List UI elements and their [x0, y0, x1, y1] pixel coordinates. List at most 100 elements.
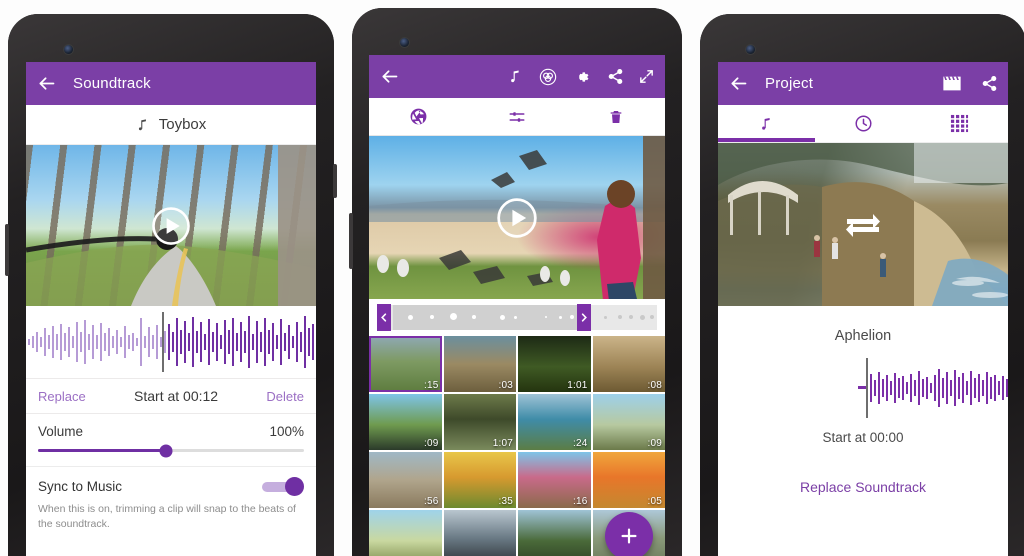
soundtrack-actions-row: Replace Start at 00:12 Delete — [26, 378, 316, 414]
clip-thumbnail[interactable]: :24 — [518, 394, 591, 450]
aperture-button[interactable] — [369, 107, 468, 126]
project-soundtrack-panel: Aphelion Start at 00:00 Replace Soundtra… — [718, 306, 1008, 495]
clip-thumbnail[interactable] — [369, 510, 442, 556]
project-tabs — [718, 105, 1008, 143]
clip-thumbnail[interactable]: 1:01 — [518, 336, 591, 392]
active-tab-indicator — [718, 138, 815, 142]
phone-device-editor: :15 :03 1:01 :08 :09 1:07 :24 :09 :56 :3… — [349, 8, 682, 556]
volume-button[interactable] — [5, 224, 9, 276]
waveform-playhead[interactable] — [162, 312, 165, 372]
clip-duration: :09 — [423, 438, 439, 449]
volume-slider-fill — [38, 449, 166, 452]
clip-duration: :05 — [647, 496, 662, 507]
delete-clip-button[interactable] — [566, 108, 665, 126]
front-camera-icon — [746, 45, 755, 54]
clip-duration: :35 — [498, 496, 513, 507]
replace-button[interactable]: Replace — [38, 389, 86, 404]
sync-help-text: When this is on, trimming a clip will sn… — [38, 503, 296, 531]
phone1-screen: Soundtrack Toybox Replace Start at 00:12… — [26, 62, 316, 556]
chevron-left-icon — [381, 313, 387, 322]
editor-appbar — [369, 55, 665, 98]
video-preview-beach[interactable] — [369, 136, 665, 299]
sync-to-music-toggle[interactable] — [262, 477, 304, 496]
play-icon[interactable] — [150, 205, 192, 247]
waveform-graphic — [858, 369, 1008, 407]
clip-duration: :09 — [647, 438, 662, 449]
clip-thumbnail[interactable]: :03 — [443, 336, 516, 392]
sidebar-item-duration[interactable] — [815, 105, 912, 142]
power-button[interactable] — [333, 164, 337, 198]
sliders-icon — [506, 108, 528, 126]
plus-icon — [621, 528, 637, 544]
waveform-graphic — [28, 316, 314, 368]
clip-duration: :24 — [572, 438, 588, 449]
clock-icon — [854, 114, 873, 133]
back-arrow-icon[interactable] — [36, 73, 57, 94]
front-camera-icon — [64, 45, 73, 54]
clip-thumbnail[interactable]: :09 — [592, 394, 665, 450]
replace-soundtrack-button[interactable]: Replace Soundtrack — [718, 479, 1008, 495]
clip-duration: :03 — [498, 380, 513, 391]
phone-device-soundtrack: Soundtrack Toybox Replace Start at 00:12… — [5, 14, 337, 556]
volume-slider[interactable] — [26, 443, 316, 467]
filter-rings-icon[interactable] — [539, 68, 557, 86]
clip-duration: :16 — [572, 496, 588, 507]
music-note-icon — [759, 115, 774, 133]
clip-thumbnail[interactable]: 1:07 — [443, 394, 516, 450]
volume-slider-track[interactable] — [38, 444, 304, 457]
clip-thumbnail[interactable]: :09 — [369, 394, 442, 450]
sync-to-music-row[interactable]: Sync to Music — [26, 467, 316, 496]
clip-thumbnail[interactable]: :56 — [369, 452, 442, 508]
clip-thumbnail[interactable] — [443, 510, 516, 556]
page-title: Soundtrack — [73, 75, 151, 92]
page-title: Project — [765, 75, 814, 92]
clip-thumbnail[interactable]: :15 — [369, 336, 442, 392]
screenshot-stage: Soundtrack Toybox Replace Start at 00:12… — [0, 0, 1024, 556]
trim-beat-markers — [377, 313, 657, 323]
clip-duration: 1:07 — [492, 438, 513, 449]
clip-thumbnail[interactable]: :08 — [592, 336, 665, 392]
adjust-button[interactable] — [468, 108, 567, 126]
phone2-screen: :15 :03 1:01 :08 :09 1:07 :24 :09 :56 :3… — [369, 55, 665, 556]
volume-button[interactable] — [349, 213, 353, 269]
soundtrack-song-row[interactable]: Toybox — [26, 105, 316, 145]
soundtrack-waveform[interactable] — [718, 350, 1008, 426]
trim-handle-right[interactable] — [577, 304, 592, 331]
video-preview-coast[interactable] — [718, 143, 1008, 306]
sync-to-music-label: Sync to Music — [38, 479, 123, 494]
music-note-icon[interactable] — [508, 68, 523, 85]
trash-icon — [608, 108, 624, 126]
share-icon[interactable] — [607, 68, 624, 85]
aperture-icon — [409, 107, 428, 126]
add-clip-fab[interactable] — [605, 512, 653, 556]
project-appbar: Project — [718, 62, 1008, 105]
delete-button[interactable]: Delete — [266, 389, 304, 404]
toggle-knob[interactable] — [285, 477, 304, 496]
volume-row: Volume 100% — [26, 414, 316, 443]
clip-thumbnail[interactable]: :35 — [443, 452, 516, 508]
clapperboard-icon[interactable] — [941, 74, 963, 93]
front-camera-icon — [400, 38, 409, 47]
video-preview-palms[interactable] — [26, 145, 316, 306]
sidebar-item-clips[interactable] — [911, 105, 1008, 142]
expand-icon[interactable] — [638, 68, 655, 85]
sidebar-item-music[interactable] — [718, 105, 815, 142]
clip-trim-bar[interactable] — [369, 299, 665, 336]
gear-icon[interactable] — [573, 68, 591, 86]
volume-slider-knob[interactable] — [159, 444, 173, 457]
clip-duration: :15 — [423, 380, 439, 391]
clip-thumbnail[interactable] — [518, 510, 591, 556]
back-arrow-icon[interactable] — [728, 73, 749, 94]
soundtrack-waveform[interactable] — [26, 306, 316, 378]
clip-thumbnail[interactable]: :05 — [592, 452, 665, 508]
play-icon[interactable] — [495, 196, 539, 240]
music-note-icon — [136, 117, 150, 133]
clip-thumbnail[interactable]: :16 — [518, 452, 591, 508]
waveform-playhead[interactable] — [865, 358, 868, 418]
back-arrow-icon[interactable] — [379, 66, 400, 87]
share-icon[interactable] — [981, 75, 998, 92]
trim-strip[interactable] — [377, 304, 657, 331]
trim-handle-left[interactable] — [377, 304, 391, 331]
loop-icon[interactable] — [842, 205, 884, 245]
volume-label: Volume — [38, 424, 84, 439]
